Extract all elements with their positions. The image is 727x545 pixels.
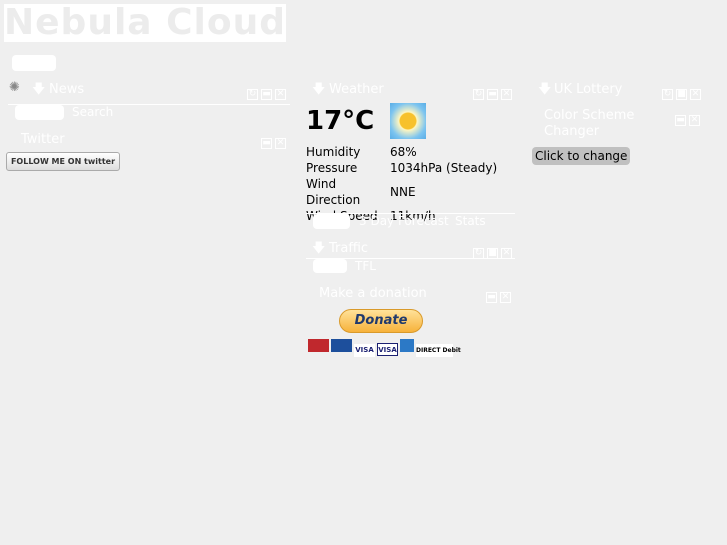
traffic-title: Traffic	[329, 241, 369, 256]
weather-controls: ↻ ▬ ✕	[470, 81, 512, 100]
sun-icon	[390, 103, 426, 139]
collapse-arrow-icon[interactable]: 🡇	[538, 80, 551, 102]
news-tab-search[interactable]: Search	[72, 105, 113, 119]
minimize-icon[interactable]: ▬	[487, 89, 498, 100]
label: Wind Direction	[306, 177, 361, 207]
close-icon[interactable]: ✕	[501, 89, 512, 100]
label: Pressure	[306, 161, 358, 175]
tab-3-day-forecast[interactable]: 3 Day Forecast	[359, 214, 449, 228]
top-tab[interactable]	[12, 55, 56, 71]
traffic-tab-blank[interactable]	[313, 259, 347, 273]
color-scheme-title: Color Scheme Changer	[544, 108, 635, 139]
close-icon[interactable]: ✕	[275, 138, 286, 149]
loading-spinner-icon: ✺	[9, 80, 20, 95]
mastercard-icon	[308, 339, 329, 352]
amex-icon	[400, 339, 414, 352]
color-scheme-controls: ▬ ✕	[672, 107, 700, 126]
news-tab-blank[interactable]	[15, 105, 64, 120]
minimize-icon[interactable]: ▬	[486, 292, 497, 303]
weather-row: Wind Direction NNE	[306, 176, 497, 208]
weather-row: Humidity 68%	[306, 144, 497, 160]
minimize-icon[interactable]: ▬	[675, 115, 686, 126]
weather-table: Humidity 68% Pressure 1034hPa (Steady) Win…	[306, 144, 497, 224]
close-icon[interactable]: ✕	[275, 89, 286, 100]
refresh-icon[interactable]: ↻	[662, 89, 673, 100]
maestro-icon	[331, 339, 352, 352]
follow-twitter-button[interactable]: FOLLOW ME ON twitter	[6, 152, 120, 171]
visa-electron-icon: VISA	[377, 343, 398, 356]
payment-cards: VISA VISA DIRECT Debit	[308, 337, 461, 357]
collapse-arrow-icon[interactable]: 🡇	[32, 80, 45, 102]
twitter-title: Twitter	[21, 132, 65, 147]
close-icon[interactable]: ✕	[690, 89, 701, 100]
close-icon[interactable]: ✕	[689, 115, 700, 126]
refresh-icon[interactable]: ↻	[473, 89, 484, 100]
value: 68%	[390, 145, 417, 159]
weather-tab-blank[interactable]	[313, 214, 350, 229]
maximize-icon[interactable]: ■	[676, 89, 687, 100]
direct-debit-icon: DIRECT Debit	[416, 344, 461, 357]
collapse-arrow-icon[interactable]: 🡇	[312, 80, 325, 102]
visa-icon: VISA	[354, 344, 375, 357]
weather-row: Pressure 1034hPa (Steady)	[306, 160, 497, 176]
value: NNE	[390, 185, 416, 199]
change-color-button[interactable]: Click to change	[532, 147, 631, 165]
news-controls: ↻ ▬ ✕	[244, 81, 286, 100]
label: Humidity	[306, 145, 361, 159]
refresh-icon[interactable]: ↻	[247, 89, 258, 100]
logo: Nebula Cloud	[4, 2, 286, 43]
value: 1034hPa (Steady)	[390, 161, 498, 175]
lottery-controls: ↻ ■ ✕	[659, 81, 701, 100]
twitter-controls: ▬ ✕	[258, 130, 286, 149]
traffic-controls: ↻ ■ ✕	[470, 240, 512, 259]
tab-stats[interactable]: Stats	[455, 214, 486, 228]
donation-title: Make a donation	[319, 286, 427, 301]
close-icon[interactable]: ✕	[500, 292, 511, 303]
minimize-icon[interactable]: ▬	[261, 89, 272, 100]
minimize-icon[interactable]: ▬	[261, 138, 272, 149]
news-title: News	[49, 82, 85, 97]
lottery-title: UK Lottery	[554, 82, 623, 97]
donation-controls: ▬ ✕	[483, 284, 511, 303]
temperature: 17°C	[306, 106, 375, 136]
donate-button[interactable]: Donate	[339, 309, 423, 333]
tab-tfl[interactable]: TFL	[355, 259, 376, 273]
weather-title: Weather	[329, 82, 384, 97]
